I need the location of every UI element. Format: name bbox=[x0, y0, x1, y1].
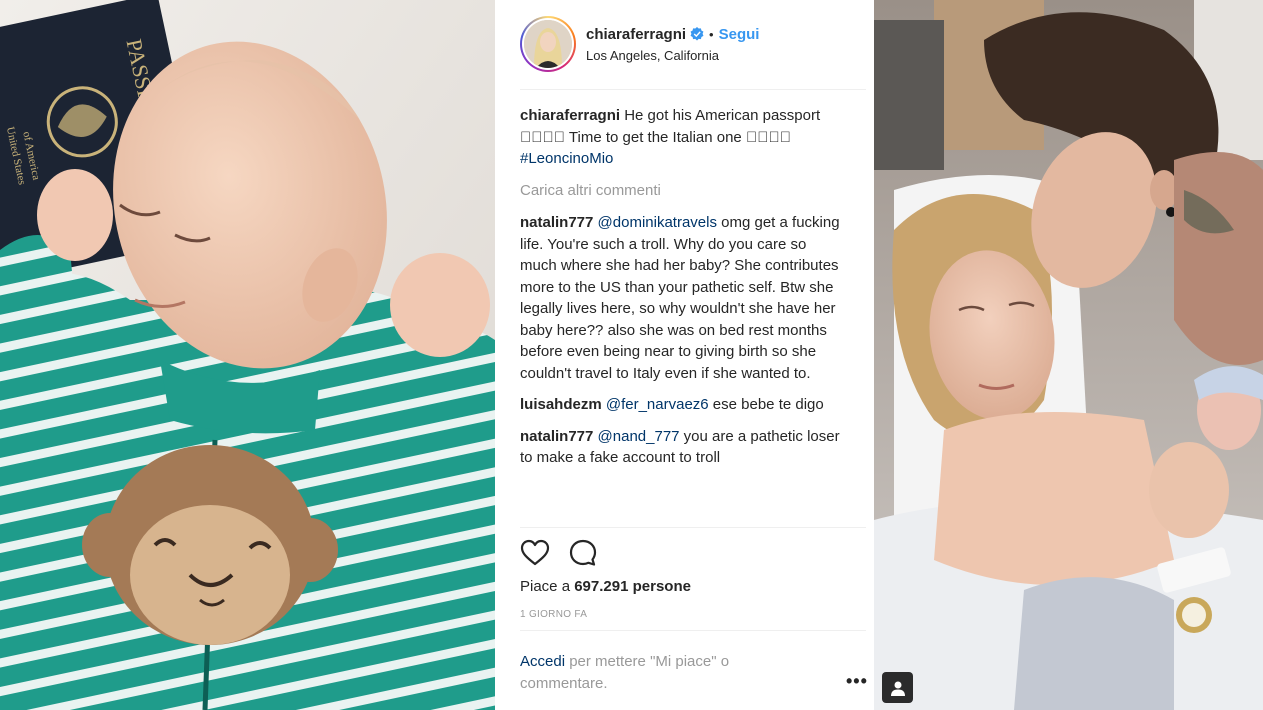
hospital-photo bbox=[874, 0, 1263, 710]
post-username[interactable]: chiaraferragni bbox=[586, 26, 686, 43]
comment-mention[interactable]: @fer_narvaez6 bbox=[606, 396, 709, 413]
post-timestamp[interactable]: 1 GIORNO FA bbox=[520, 609, 587, 620]
comment-item: natalin777 @nand_777 you are a pathetic … bbox=[520, 426, 844, 469]
caption-username[interactable]: chiaraferragni bbox=[520, 107, 620, 124]
footer-divider bbox=[520, 630, 866, 631]
login-link[interactable]: Accedi bbox=[520, 653, 565, 670]
avatar[interactable] bbox=[520, 16, 576, 72]
comment-username[interactable]: natalin777 bbox=[520, 214, 593, 231]
comment-item: luisahdezm @fer_narvaez6 ese bebe te dig… bbox=[520, 394, 844, 416]
instagram-post-panel: chiaraferragni • Segui Los Angeles, Cali… bbox=[496, 0, 873, 710]
likes-suffix: persone bbox=[628, 578, 691, 595]
user-tag-icon[interactable] bbox=[882, 672, 913, 703]
caption: chiaraferragni He got his American passp… bbox=[520, 105, 844, 170]
separator-dot: • bbox=[709, 26, 714, 42]
likes-prefix: Piace a bbox=[520, 578, 575, 595]
load-more-comments-button[interactable]: Carica altri commenti bbox=[520, 180, 844, 202]
baby-photo-illustration: PASSPORT United States of America bbox=[0, 0, 495, 710]
hospital-photo-illustration bbox=[874, 0, 1263, 710]
comment-text: omg get a fucking life. You're such a tr… bbox=[520, 214, 840, 382]
caption-hashtag[interactable]: #LeoncinoMio bbox=[520, 150, 613, 167]
likes-number: 697.291 bbox=[574, 578, 629, 595]
more-options-icon[interactable]: ••• bbox=[846, 671, 868, 692]
comment-mention[interactable]: @nand_777 bbox=[598, 428, 680, 445]
post-header: chiaraferragni • Segui Los Angeles, Cali… bbox=[520, 14, 866, 74]
action-bar bbox=[520, 538, 616, 568]
comment-item: natalin777 @dominikatravels omg get a fu… bbox=[520, 212, 844, 384]
post-location[interactable]: Los Angeles, California bbox=[586, 48, 759, 63]
comment-icon[interactable] bbox=[568, 538, 598, 568]
comment-text: ese bebe te digo bbox=[708, 396, 824, 413]
person-icon bbox=[890, 681, 905, 696]
comments-divider bbox=[520, 527, 866, 528]
comments-list: chiaraferragni He got his American passp… bbox=[520, 105, 844, 479]
follow-button[interactable]: Segui bbox=[719, 26, 760, 43]
login-prompt: Accedi per mettere "Mi piace" o commenta… bbox=[520, 651, 800, 695]
comment-username[interactable]: natalin777 bbox=[520, 428, 593, 445]
heart-icon[interactable] bbox=[520, 538, 550, 568]
verified-badge-icon bbox=[690, 27, 704, 41]
comment-mention[interactable]: @dominikatravels bbox=[598, 214, 717, 231]
likes-count[interactable]: Piace a 697.291 persone bbox=[520, 578, 691, 595]
header-divider bbox=[520, 89, 866, 90]
comment-username[interactable]: luisahdezm bbox=[520, 396, 602, 413]
avatar-portrait bbox=[524, 20, 572, 68]
baby-passport-photo: PASSPORT United States of America bbox=[0, 0, 495, 710]
